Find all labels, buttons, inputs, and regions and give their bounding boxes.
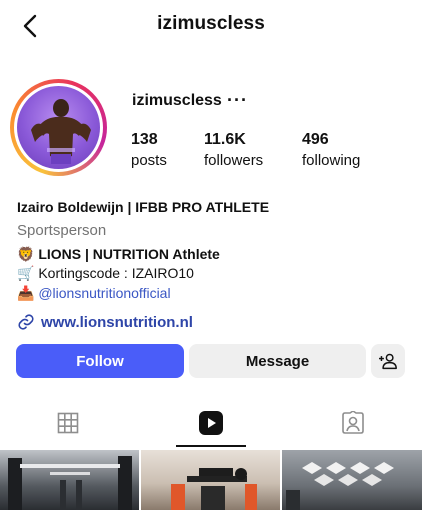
stat-following[interactable]: 496 following (302, 131, 360, 169)
follow-button[interactable]: Follow (16, 344, 184, 378)
tagged-icon (342, 411, 364, 434)
reels-icon (199, 411, 223, 435)
stat-label: followers (204, 152, 264, 169)
cart-emoji-icon: 🛒 (17, 265, 35, 281)
page-title: izimuscless (157, 13, 265, 34)
mention-link[interactable]: @lionsnutritionofficial (38, 285, 170, 301)
message-button[interactable]: Message (189, 344, 366, 378)
bio-line: 📥 @lionsnutritionofficial (17, 285, 171, 302)
add-user-button[interactable] (371, 344, 405, 378)
post-thumbnail[interactable] (0, 450, 139, 510)
active-tab-indicator (176, 445, 246, 447)
tab-grid[interactable] (45, 408, 91, 438)
link-icon (18, 314, 34, 330)
post-thumbnail[interactable] (282, 450, 422, 510)
stat-posts[interactable]: 138 posts (131, 131, 167, 169)
tab-tagged[interactable] (330, 408, 376, 438)
bio-text: Kortingscode : IZAIRO10 (38, 265, 194, 281)
add-user-icon (379, 353, 397, 370)
link-text: www.lionsnutrition.nl (41, 313, 193, 331)
profile-full-name: Izairo Boldewijn | IFBB PRO ATHLETE (17, 199, 270, 215)
bio-line: 🦁 LIONS | NUTRITION Athlete (17, 246, 220, 263)
stat-value: 138 (131, 131, 158, 148)
external-link[interactable]: www.lionsnutrition.nl (17, 313, 193, 331)
stat-label: posts (131, 152, 167, 169)
avatar[interactable] (10, 79, 107, 176)
lion-emoji-icon: 🦁 (17, 246, 35, 262)
stat-value: 496 (302, 131, 329, 148)
inbox-emoji-icon: 📥 (17, 285, 35, 301)
more-options-icon[interactable]: ··· (227, 90, 248, 111)
profile-username: izimuscless (132, 92, 222, 109)
post-thumbnail[interactable] (141, 450, 280, 510)
grid-icon (57, 412, 79, 434)
stat-value: 11.6K (204, 131, 246, 148)
tab-reels[interactable] (188, 408, 234, 438)
profile-category: Sportsperson (17, 222, 107, 239)
bio-text: LIONS | NUTRITION Athlete (38, 246, 220, 262)
stat-label: following (302, 152, 361, 169)
bio-line: 🛒 Kortingscode : IZAIRO10 (17, 265, 194, 282)
stat-followers[interactable]: 11.6K followers (204, 131, 263, 169)
